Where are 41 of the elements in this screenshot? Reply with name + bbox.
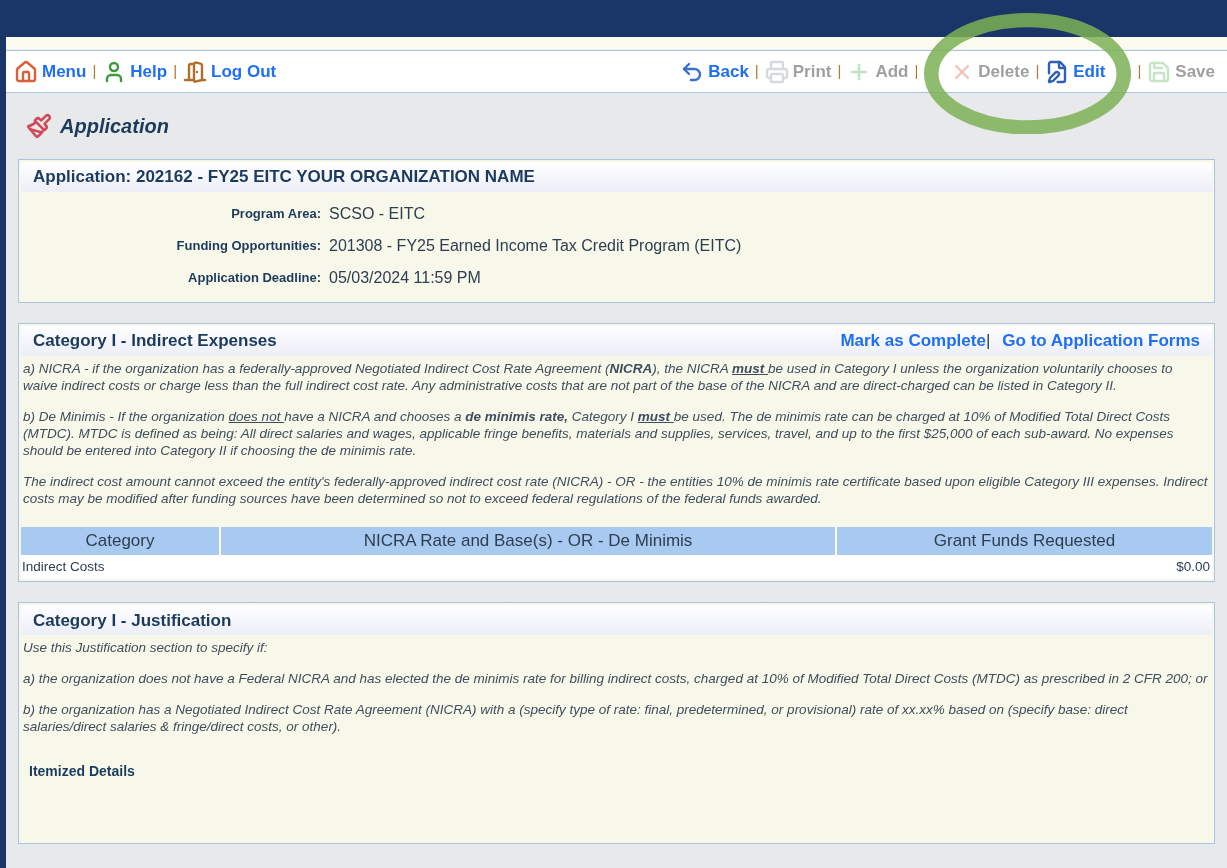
toolbar-link[interactable]: Help <box>130 58 168 85</box>
table-cell-text: $0.00 <box>1175 558 1211 576</box>
field-value: 201308 - FY25 Earned Income Tax Credit Program (EITC) <box>329 236 743 256</box>
separator: | <box>754 61 759 82</box>
separator: | <box>1137 61 1142 82</box>
panel-title: Category I - Justification <box>33 609 232 632</box>
instruction-paragraph: b) the organization has a Negotiated Indirect Cost Rate Agreement (NICRA) with a (specify type of rate: final, predetermined, or provisional) rate of xx.xx% based on (specify base: direct salaries/direct salaries & fringe/direct costs, or other). <box>23 701 1129 736</box>
instruction-paragraph: Use this Justification section to specify if: <box>23 639 269 657</box>
panel-title: Application: 202162 - FY25 EITC YOUR ORGANIZATION NAME <box>33 166 535 189</box>
brush-icon <box>26 113 52 139</box>
instruction-paragraph: a) the organization does not have a Federal NICRA and has elected the de minimis rate for billing indirect costs, charged at 10% of Modified Total Direct Costs (MTDC) as prescribed in 2 CFR 200; or <box>23 670 1209 688</box>
toolbar-link[interactable]: Back <box>708 58 749 85</box>
separator: | <box>837 61 842 82</box>
field-label: Funding Opportunities: <box>175 237 321 256</box>
column-header: Grant Funds Requested <box>835 527 1212 555</box>
instruction-paragraph: a) NICRA - if the organization has a federally-approved Negotiated Indirect Cost Rate Agreement (NICRA), the NICRA must be used in Category I unless the organization voluntarily chooses to waive indirect costs or charge less than the full indirect cost rate. Any administrative costs that are not part of the base of the NICRA and are direct-charged can be listed in Category II. <box>23 360 1174 394</box>
separator: | <box>1035 61 1040 82</box>
itemized-details-label: Itemized Details <box>28 762 136 782</box>
separator: | <box>914 61 919 82</box>
printer-icon <box>764 59 789 84</box>
page-title: Application <box>60 114 169 139</box>
panel-title: Category I - Indirect Expenses <box>33 330 277 353</box>
separator: | <box>92 61 97 82</box>
door-icon <box>183 59 208 84</box>
instruction-paragraph: The indirect cost amount cannot exceed the entity's federally-approved indirect cost rate (NICRA) - OR - the entities 10% de minimis rate certificate based upon eligible Category III expenses. Indirect costs may be modified after funding sources have been determined so not to exceed federal regulations of the federal funds awarded. <box>23 473 1209 507</box>
field-label: Application Deadline: <box>187 269 321 288</box>
separator: | <box>173 61 178 82</box>
toolbar-link[interactable]: Edit <box>1073 58 1106 85</box>
house-icon <box>14 59 38 84</box>
column-header: Category <box>21 527 219 555</box>
column-header: NICRA Rate and Base(s) - OR - De Minimis <box>219 527 835 555</box>
field-label: Program Area: <box>230 205 321 224</box>
instruction-paragraph: b) De Minimis - If the organization does not have a NICRA and chooses a de minimis rate, Category I must be used. The de minimis rate can be charged at 10% of Modified Total Direct Costs (MTDC). MTDC is defined as being: All direct salaries and wages, applicable fringe benefits, materials and supplies, services, travel, and up to the first $25,000 of each sub-award. No expenses should be entered into Category II if choosing the de minimis rate. <box>23 408 1175 459</box>
panel-link[interactable]: Go to Application Forms <box>1002 328 1200 354</box>
panel-link[interactable]: Mark as Complete <box>840 328 986 354</box>
toolbar-link[interactable]: Menu <box>42 58 87 85</box>
field-value: 05/03/2024 11:59 PM <box>329 268 482 288</box>
toolbar-link[interactable]: Log Out <box>211 58 277 85</box>
separator: | <box>985 330 991 353</box>
field-value: SCSO - EITC <box>329 204 426 224</box>
table-cell-text: Indirect Costs <box>21 558 106 576</box>
